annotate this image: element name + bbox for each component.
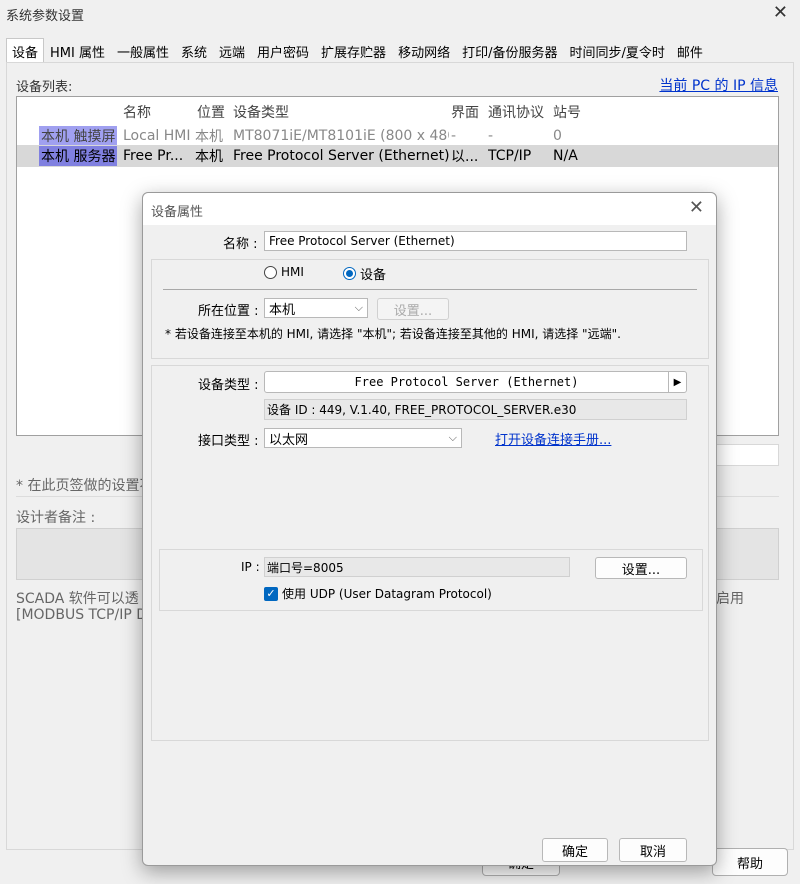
tab-system[interactable]: 系统 — [175, 38, 213, 62]
location-hint: * 若设备连接至本机的 HMI, 请选择 "本机"; 若设备连接至其他的 HMI… — [165, 327, 621, 341]
pc-ip-info-link[interactable]: 当前 PC 的 IP 信息 — [659, 75, 778, 95]
row-station: 0 — [553, 128, 562, 144]
row-kind: 本机 触摸屏 — [39, 126, 118, 146]
row-station: N/A — [553, 148, 578, 164]
device-properties-dialog: 设备属性 ✕ 名称 : Free Protocol Server (Ethern… — [142, 192, 717, 866]
ok-button[interactable]: 确定 — [542, 838, 608, 862]
location-select[interactable]: 本机 ⌵ — [264, 298, 368, 318]
column-name[interactable]: 名称 — [123, 102, 151, 122]
row-protocol: - — [488, 128, 494, 144]
radio-hmi-icon — [264, 265, 277, 279]
window-close-icon[interactable]: ✕ — [773, 2, 788, 23]
device-id-field: 设备 ID : 449, V.1.40, FREE_PROTOCOL_SERVE… — [264, 399, 687, 420]
tab-device[interactable]: 设备 — [6, 38, 45, 62]
device-type-value: Free Protocol Server (Ethernet) — [354, 375, 579, 389]
settings-note: * 在此页签做的设置不 — [16, 478, 154, 494]
dialog-close-icon[interactable]: ✕ — [689, 197, 704, 218]
radio-device-icon — [343, 267, 356, 280]
cancel-button[interactable]: 取消 — [619, 838, 687, 862]
ip-settings-button[interactable]: 设置... — [595, 557, 687, 579]
tab-time-sync[interactable]: 时间同步/夏令时 — [563, 38, 670, 62]
row-name: Free Pr... — [123, 148, 184, 164]
chevron-down-icon: ⌵ — [354, 301, 363, 314]
tab-print-backup-server[interactable]: 打印/备份服务器 — [456, 38, 563, 62]
interface-type-value: 以太网 — [269, 432, 309, 448]
row-location: 本机 — [195, 129, 223, 145]
tab-email[interactable]: 邮件 — [671, 38, 709, 62]
column-device-type[interactable]: 设备类型 — [233, 102, 289, 122]
device-list-label: 设备列表: — [16, 80, 73, 95]
row-location: 本机 — [195, 149, 223, 165]
radio-hmi[interactable]: HMI — [264, 265, 304, 279]
udp-option[interactable]: ✓ 使用 UDP (User Datagram Protocol) — [264, 585, 492, 602]
group-divider — [163, 289, 697, 290]
designer-note-label: 设计者备注 : — [16, 510, 96, 526]
device-type-label: 设备类型 : — [198, 378, 259, 393]
row-kind: 本机 服务器 — [39, 146, 118, 166]
tab-extended-memory[interactable]: 扩展存贮器 — [315, 38, 392, 62]
column-interface[interactable]: 界面 — [451, 102, 479, 122]
row-name: Local HMI — [123, 128, 191, 144]
ip-field: 端口号=8005 — [264, 557, 570, 577]
help-button[interactable]: 帮助 — [712, 848, 788, 876]
device-type-selector[interactable]: Free Protocol Server (Ethernet) ▶ — [264, 371, 687, 393]
tab-mobile-network[interactable]: 移动网络 — [392, 38, 456, 62]
ip-label: IP : — [241, 560, 260, 574]
row-type: Free Protocol Server (Ethernet) — [233, 148, 449, 164]
udp-label: 使用 UDP (User Datagram Protocol) — [282, 587, 492, 601]
radio-hmi-label: HMI — [281, 265, 304, 279]
row-type: MT8071iE/MT8101iE (800 x 480) — [233, 128, 449, 144]
interface-type-select[interactable]: 以太网 ⌵ — [264, 428, 462, 448]
tab-general[interactable]: 一般属性 — [111, 38, 175, 62]
column-protocol[interactable]: 通讯协议 — [488, 102, 544, 122]
dialog-title-bar — [143, 193, 716, 225]
name-label: 名称 : — [223, 237, 258, 252]
tab-bar: 设备 HMI 属性 一般属性 系统 远端 用户密码 扩展存贮器 移动网络 打印/… — [6, 38, 709, 62]
location-label: 所在位置 : — [198, 304, 259, 319]
tab-remote[interactable]: 远端 — [213, 38, 251, 62]
scada-info-line1-tail: 启用 — [716, 591, 744, 607]
arrow-right-icon[interactable]: ▶ — [668, 372, 686, 392]
open-manual-link[interactable]: 打开设备连接手册... — [495, 429, 611, 448]
name-input[interactable]: Free Protocol Server (Ethernet) — [264, 231, 687, 251]
tab-hmi-properties[interactable]: HMI 属性 — [44, 38, 111, 62]
chevron-down-icon: ⌵ — [448, 431, 457, 444]
dialog-title: 设备属性 — [151, 205, 204, 220]
location-settings-button[interactable]: 设置... — [377, 298, 449, 320]
row-interface: 以... — [451, 149, 479, 165]
device-list-header: 名称 位置 设备类型 界面 通讯协议 站号 — [17, 101, 778, 123]
table-row[interactable]: 本机 服务器 Free Pr... 本机 Free Protocol Serve… — [17, 145, 778, 167]
scada-info-line2: [MODBUS TCP/IP D — [16, 607, 147, 623]
column-station[interactable]: 站号 — [553, 102, 581, 122]
radio-device-label: 设备 — [360, 268, 387, 283]
window-title: 系统参数设置 — [6, 9, 85, 24]
tab-user-password[interactable]: 用户密码 — [251, 38, 315, 62]
radio-device[interactable]: 设备 — [343, 264, 386, 283]
scada-info-line1: SCADA 软件可以透 — [16, 591, 139, 607]
interface-type-label: 接口类型 : — [198, 434, 259, 449]
column-location[interactable]: 位置 — [197, 102, 225, 122]
table-row[interactable]: 本机 触摸屏 Local HMI 本机 MT8071iE/MT8101iE (8… — [17, 125, 778, 147]
location-select-value: 本机 — [269, 302, 296, 318]
checkbox-checked-icon[interactable]: ✓ — [264, 586, 278, 601]
row-interface: - — [451, 128, 457, 144]
row-protocol: TCP/IP — [488, 148, 532, 164]
